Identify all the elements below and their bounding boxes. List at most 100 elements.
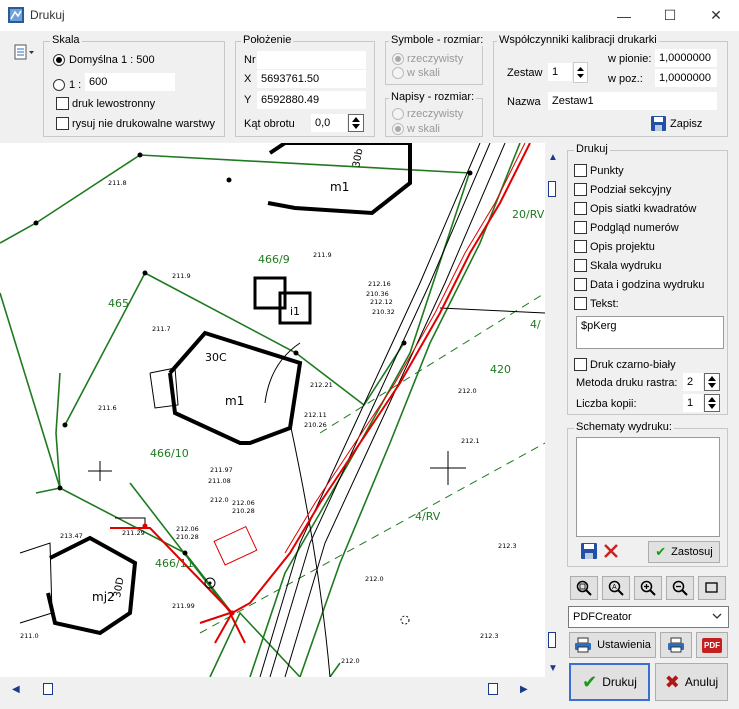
scale-custom-input[interactable]: 600 (85, 73, 175, 91)
x-input[interactable]: 5693761.50 (257, 70, 366, 88)
kopie-spinner[interactable] (704, 394, 720, 412)
zoom-in-button[interactable] (634, 576, 662, 600)
tekst-checkbox[interactable] (574, 297, 587, 310)
napisy-legend: Napisy - rozmiar: (389, 91, 477, 103)
map-scroll-left-button[interactable]: ◀ (12, 684, 20, 695)
czarno-bialy-checkbox[interactable] (574, 358, 587, 371)
poz-input[interactable]: 1,0000000 (655, 69, 717, 87)
printer-select[interactable]: PDFCreator (568, 606, 729, 628)
svg-text:210.32: 210.32 (372, 308, 395, 316)
kat-spinner[interactable] (348, 114, 364, 132)
map-canvas[interactable]: 465 466/9 466/10 466/11 420 4/RV 20/RV 4… (0, 143, 545, 677)
czarno-bialy-label: Druk czarno-biały (590, 359, 676, 371)
kopie-input[interactable]: 1 (683, 394, 703, 412)
map-vscroll-thumb[interactable] (548, 181, 556, 197)
skala-wydruku-checkbox[interactable] (574, 259, 587, 272)
napisy-rzeczywisty-radio[interactable] (392, 108, 404, 120)
svg-text:466/11: 466/11 (155, 557, 194, 570)
pion-input[interactable]: 1,0000000 (655, 49, 717, 67)
poz-label: w poz.: (608, 73, 643, 85)
close-button[interactable]: ✕ (693, 0, 739, 31)
nr-input[interactable] (257, 51, 366, 69)
chevron-down-icon (712, 611, 722, 624)
napisy-wskali-radio[interactable] (392, 123, 404, 135)
zestaw-input[interactable]: 1 (548, 63, 572, 81)
data-godzina-label: Data i godzina wydruku (590, 279, 705, 291)
svg-text:212.1: 212.1 (461, 437, 480, 445)
delete-icon (604, 544, 618, 558)
zoom-extent-button[interactable]: A (602, 576, 630, 600)
kat-input[interactable]: 0,0 (311, 114, 347, 132)
svg-text:210.28: 210.28 (232, 507, 255, 515)
metoda-spinner[interactable] (704, 373, 720, 391)
symbole-wskali-radio[interactable] (392, 67, 404, 79)
schematy-list[interactable] (576, 437, 720, 537)
zastosuj-button[interactable]: ✔ Zastosuj (648, 541, 720, 563)
svg-text:211.97: 211.97 (210, 466, 233, 474)
svg-text:211.7: 211.7 (152, 325, 171, 333)
zoom-out-button[interactable] (666, 576, 694, 600)
svg-text:m1: m1 (225, 394, 244, 408)
zapisz-button[interactable]: Zapisz (651, 116, 702, 131)
x-label: X (244, 73, 252, 85)
drukuj-label: Drukuj (602, 675, 637, 689)
schematy-legend: Schematy wydruku: (574, 421, 674, 433)
svg-text:211.0: 211.0 (20, 632, 39, 640)
svg-text:213.47: 213.47 (60, 532, 83, 540)
map-hscroll-right-thumb[interactable] (488, 683, 498, 695)
nazwa-input[interactable]: Zestaw1 (548, 92, 717, 110)
maximize-button[interactable]: ☐ (647, 0, 693, 31)
drukuj-button[interactable]: ✔ Drukuj (569, 663, 650, 701)
frame-button[interactable] (698, 576, 726, 600)
map-scroll-down-button[interactable]: ▼ (548, 663, 558, 674)
zestaw-spinner[interactable] (573, 62, 588, 83)
opis-projektu-checkbox[interactable] (574, 240, 587, 253)
pion-label: w pionie: (608, 53, 652, 65)
zastosuj-label: Zastosuj (671, 546, 713, 558)
napisy-wskali-label: w skali (407, 123, 441, 135)
data-godzina-checkbox[interactable] (574, 278, 587, 291)
zoom-window-button[interactable] (570, 576, 598, 600)
scale-default-radio[interactable] (53, 54, 65, 66)
pdf-button[interactable]: PDF (696, 632, 728, 658)
schemat-save-button[interactable] (581, 543, 597, 562)
niedrukowalne-checkbox[interactable] (56, 117, 69, 130)
lewostronny-label: druk lewostronny (72, 98, 156, 110)
print-preview-button[interactable] (660, 632, 692, 658)
minimize-button[interactable]: — (601, 0, 647, 31)
scale-custom-radio[interactable] (53, 79, 65, 91)
punkty-checkbox[interactable] (574, 164, 587, 177)
y-input[interactable]: 6592880.49 (257, 91, 366, 109)
ustawienia-button[interactable]: Ustawienia (569, 632, 656, 658)
svg-text:210.36: 210.36 (366, 290, 389, 298)
metoda-input[interactable]: 2 (683, 373, 703, 391)
svg-text:466/9: 466/9 (258, 253, 290, 266)
podzial-sekcyjny-label: Podział sekcyjny (590, 184, 672, 196)
menu-icon[interactable] (14, 44, 36, 62)
scale-default-label: Domyślna 1 : 500 (69, 54, 155, 66)
tekst-label: Tekst: (590, 298, 619, 310)
tekst-input[interactable]: $pKerg (576, 316, 724, 349)
podglad-numerow-label: Podgląd numerów (590, 222, 679, 234)
svg-text:210.26: 210.26 (304, 421, 327, 429)
svg-text:4/: 4/ (530, 318, 541, 331)
podglad-numerow-checkbox[interactable] (574, 221, 587, 234)
drukuj-legend: Drukuj (574, 143, 610, 155)
schemat-delete-button[interactable] (603, 543, 619, 562)
svg-text:211.6: 211.6 (98, 404, 117, 412)
map-scroll-up-button[interactable]: ▲ (548, 152, 558, 163)
map-hscroll-thumb[interactable] (43, 683, 53, 695)
svg-text:212.12: 212.12 (370, 298, 393, 306)
skala-wydruku-label: Skala wydruku (590, 260, 662, 272)
symbole-rzeczywisty-radio[interactable] (392, 53, 404, 65)
opis-siatki-checkbox[interactable] (574, 202, 587, 215)
lewostronny-checkbox[interactable] (56, 97, 69, 110)
anuluj-button[interactable]: ✖ Anuluj (655, 663, 728, 701)
svg-text:212.0: 212.0 (210, 496, 229, 504)
map-drawing: 465 466/9 466/10 466/11 420 4/RV 20/RV 4… (0, 143, 545, 677)
map-scroll-right-button[interactable]: ▶ (520, 684, 528, 695)
podzial-sekcyjny-checkbox[interactable] (574, 183, 587, 196)
symbole-wskali-label: w skali (407, 67, 441, 79)
map-vscroll-bottom-thumb[interactable] (548, 632, 556, 648)
svg-text:212.21: 212.21 (310, 381, 333, 389)
